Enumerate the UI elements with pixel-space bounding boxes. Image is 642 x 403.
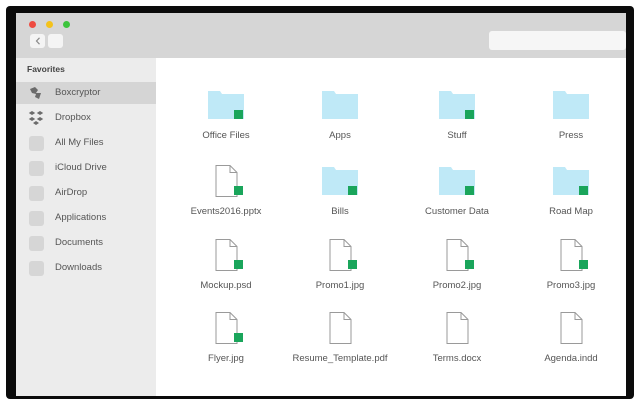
encrypted-badge-icon: [234, 260, 243, 269]
folder-item[interactable]: Customer Data: [402, 163, 512, 233]
sidebar-item-applications[interactable]: Applications: [16, 207, 156, 229]
placeholder-icon: [28, 135, 44, 151]
encrypted-badge-icon: [234, 186, 243, 195]
file-item[interactable]: Promo2.jpg: [402, 237, 512, 307]
document-icon: [329, 312, 352, 344]
close-window-button[interactable]: [29, 21, 36, 28]
minimize-window-button[interactable]: [46, 21, 53, 28]
sidebar-item-icloud-drive[interactable]: iCloud Drive: [16, 157, 156, 179]
document-icon: [560, 312, 583, 344]
folder-icon: [553, 167, 589, 195]
sidebar-item-label: AirDrop: [55, 187, 88, 198]
file-name: Office Files: [202, 130, 250, 141]
placeholder-icon: [28, 160, 44, 176]
document-icon: [215, 312, 243, 344]
file-name: Press: [558, 130, 584, 141]
dropbox-icon: [28, 110, 44, 126]
sidebar-item-documents[interactable]: Documents: [16, 232, 156, 254]
file-name: Events2016.pptx: [190, 206, 262, 217]
sidebar-item-boxcryptor[interactable]: Boxcryptor: [16, 82, 156, 104]
folder-item[interactable]: Apps: [285, 87, 395, 157]
file-name: Resume_Template.pdf: [292, 353, 388, 364]
encrypted-badge-icon: [465, 186, 474, 195]
sidebar-heading: Favorites: [27, 64, 65, 74]
file-item[interactable]: Terms.docx: [402, 310, 512, 380]
forward-button[interactable]: [48, 34, 63, 48]
sidebar-item-airdrop[interactable]: AirDrop: [16, 182, 156, 204]
file-name: Promo3.jpg: [546, 280, 596, 291]
placeholder-icon: [28, 185, 44, 201]
file-name: Stuff: [447, 130, 467, 141]
chevron-left-icon: [35, 37, 40, 45]
finder-window: Favorites Boxcryptor Dropbox All My Files i…: [16, 13, 626, 396]
zoom-window-button[interactable]: [63, 21, 70, 28]
encrypted-badge-icon: [579, 260, 588, 269]
document-icon: [329, 239, 357, 271]
boxcryptor-icon: [28, 85, 44, 101]
file-item[interactable]: Promo1.jpg: [285, 237, 395, 307]
file-name: Apps: [329, 130, 351, 141]
document-icon: [215, 165, 243, 197]
folder-item[interactable]: Press: [516, 87, 626, 157]
file-item[interactable]: Promo3.jpg: [516, 237, 626, 307]
folder-item[interactable]: Office Files: [171, 87, 281, 157]
encrypted-badge-icon: [348, 260, 357, 269]
file-name: Agenda.indd: [544, 353, 598, 364]
encrypted-badge-icon: [234, 110, 243, 119]
sidebar-item-label: Documents: [55, 237, 104, 248]
file-item[interactable]: Resume_Template.pdf: [285, 310, 395, 380]
file-name: Bills: [331, 206, 349, 217]
file-name: Mockup.psd: [200, 280, 252, 291]
encrypted-badge-icon: [465, 110, 474, 119]
folder-item[interactable]: Road Map: [516, 163, 626, 233]
placeholder-icon: [28, 235, 44, 251]
folder-icon: [322, 167, 358, 195]
encrypted-badge-icon: [465, 260, 474, 269]
back-button[interactable]: [30, 34, 45, 48]
folder-icon: [322, 91, 358, 119]
title-bar: [16, 13, 626, 58]
file-item[interactable]: Flyer.jpg: [171, 310, 281, 380]
sidebar-item-label: All My Files: [55, 137, 104, 148]
sidebar-item-label: Applications: [55, 212, 107, 223]
sidebar: Favorites Boxcryptor Dropbox All My Files i…: [16, 58, 156, 396]
sidebar-item-dropbox[interactable]: Dropbox: [16, 107, 156, 129]
sidebar-item-label: Downloads: [55, 262, 102, 273]
document-icon: [446, 239, 474, 271]
file-item[interactable]: Agenda.indd: [516, 310, 626, 380]
file-name: Promo1.jpg: [315, 280, 365, 291]
file-item[interactable]: Mockup.psd: [171, 237, 281, 307]
search-input[interactable]: [489, 31, 626, 50]
file-name: Terms.docx: [432, 353, 482, 364]
folder-item[interactable]: Bills: [285, 163, 395, 233]
file-name: Flyer.jpg: [208, 353, 244, 364]
encrypted-badge-icon: [234, 333, 243, 342]
folder-icon: [439, 167, 475, 195]
sidebar-item-all-my-files[interactable]: All My Files: [16, 132, 156, 154]
placeholder-icon: [28, 210, 44, 226]
sidebar-item-downloads[interactable]: Downloads: [16, 257, 156, 279]
file-name: Customer Data: [425, 206, 489, 217]
file-name: Road Map: [549, 206, 593, 217]
encrypted-badge-icon: [579, 186, 588, 195]
folder-icon: [553, 91, 589, 119]
document-icon: [215, 239, 243, 271]
sidebar-item-label: Boxcryptor: [55, 87, 101, 98]
folder-icon: [439, 91, 475, 119]
file-item[interactable]: Events2016.pptx: [171, 163, 281, 233]
placeholder-icon: [28, 260, 44, 276]
document-icon: [560, 239, 588, 271]
document-icon: [446, 312, 469, 344]
folder-icon: [208, 91, 244, 119]
file-name: Promo2.jpg: [432, 280, 482, 291]
folder-item[interactable]: Stuff: [402, 87, 512, 157]
sidebar-item-label: Dropbox: [55, 112, 91, 123]
encrypted-badge-icon: [348, 186, 357, 195]
sidebar-item-label: iCloud Drive: [55, 162, 107, 173]
